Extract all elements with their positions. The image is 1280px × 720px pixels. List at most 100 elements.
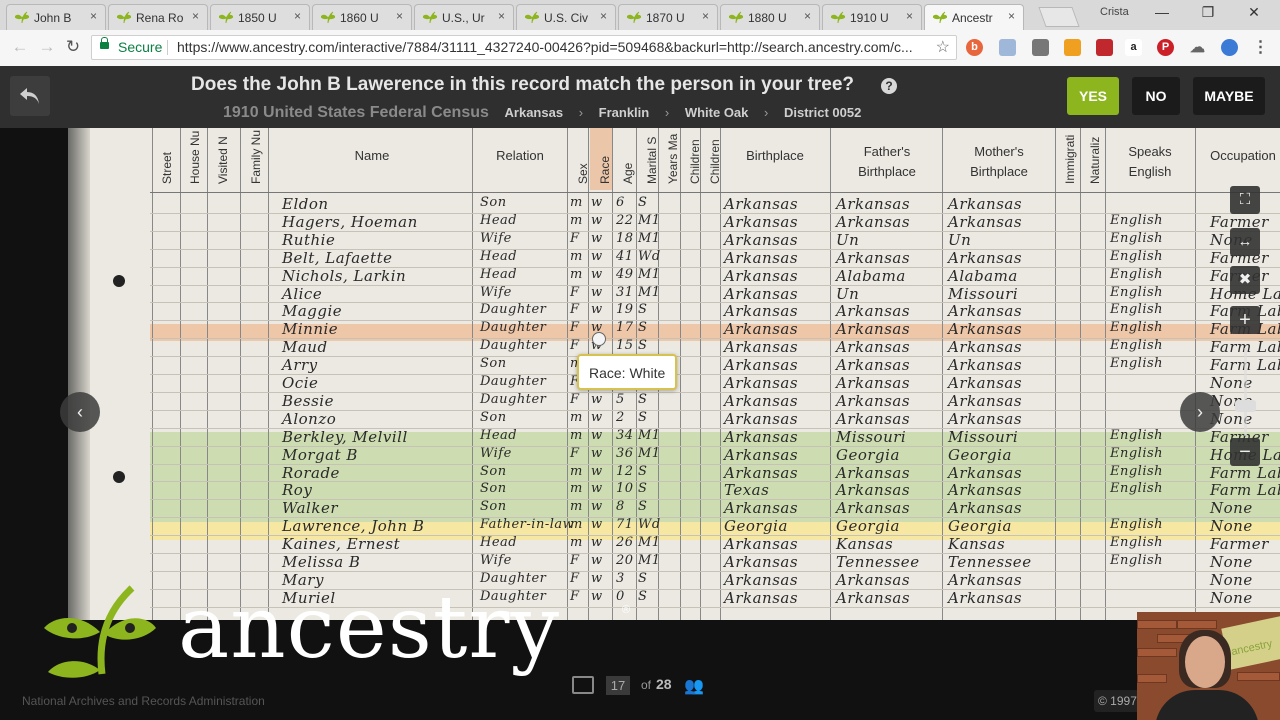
cell-relation[interactable]: Daughter <box>480 392 546 407</box>
cell-sex[interactable]: F <box>570 589 580 604</box>
cell-marital[interactable]: M1 <box>638 267 661 282</box>
cell-sex[interactable]: F <box>570 338 580 353</box>
cell-sex[interactable]: F <box>570 302 580 317</box>
cell-mother[interactable]: Missouri <box>948 428 1018 446</box>
cell-mother[interactable]: Arkansas <box>948 374 1022 392</box>
cell-relation[interactable]: Son <box>480 499 507 514</box>
people-index-icon[interactable]: 👥 <box>684 676 704 696</box>
cell-father[interactable]: Arkansas <box>836 249 910 267</box>
cell-english[interactable]: English <box>1110 231 1163 246</box>
extension-icon-2[interactable] <box>999 39 1016 56</box>
cell-birthplace[interactable]: Arkansas <box>724 446 798 464</box>
cell-birthplace[interactable]: Arkansas <box>724 302 798 320</box>
cell-age[interactable]: 5 <box>616 392 625 407</box>
cell-name[interactable]: Morgat B <box>282 446 358 464</box>
cell-english[interactable]: English <box>1110 249 1163 264</box>
cell-mother[interactable]: Arkansas <box>948 392 1022 410</box>
fullscreen-icon[interactable]: ⛶ <box>1230 186 1260 214</box>
cell-father[interactable]: Arkansas <box>836 589 910 607</box>
cell-birthplace[interactable]: Arkansas <box>724 589 798 607</box>
cell-english[interactable]: English <box>1110 267 1163 282</box>
cell-english[interactable]: English <box>1110 446 1163 461</box>
cell-mother[interactable]: Tennessee <box>948 553 1032 571</box>
cell-age[interactable]: 26 <box>616 535 634 550</box>
browser-tab[interactable]: Rena Ro × <box>108 4 208 30</box>
cell-mother[interactable]: Un <box>948 231 971 249</box>
cell-father[interactable]: Arkansas <box>836 464 910 482</box>
cell-english[interactable]: English <box>1110 213 1163 228</box>
tab-close-icon[interactable]: × <box>600 9 607 23</box>
cell-father[interactable]: Arkansas <box>836 302 910 320</box>
cell-father[interactable]: Arkansas <box>836 374 910 392</box>
cell-birthplace[interactable]: Arkansas <box>724 410 798 428</box>
cell-sex[interactable]: m <box>570 213 583 228</box>
cell-father[interactable]: Georgia <box>836 446 900 464</box>
browser-tab[interactable]: John B × <box>6 4 106 30</box>
cell-relation[interactable]: Wife <box>480 285 512 300</box>
tab-close-icon[interactable]: × <box>804 9 811 23</box>
fit-width-icon[interactable]: ↔ <box>1230 228 1260 256</box>
cell-mother[interactable]: Arkansas <box>948 249 1022 267</box>
cell-english[interactable]: English <box>1110 320 1163 335</box>
tools-icon[interactable]: ✖ <box>1230 266 1260 294</box>
cell-father[interactable]: Georgia <box>836 517 900 535</box>
browser-tab[interactable]: Ancestr × <box>924 4 1024 31</box>
cell-age[interactable]: 12 <box>616 464 634 479</box>
tab-close-icon[interactable]: × <box>702 9 709 23</box>
cell-marital[interactable]: M1 <box>638 446 661 461</box>
cell-sex[interactable]: m <box>570 195 583 210</box>
cell-sex[interactable]: F <box>570 285 580 300</box>
cell-name[interactable]: Hagers, Hoeman <box>282 213 418 231</box>
page-number-input[interactable]: 17 <box>606 676 630 695</box>
cell-father[interactable]: Missouri <box>836 428 906 446</box>
cell-marital[interactable]: Wd <box>638 249 661 264</box>
cell-english[interactable]: English <box>1110 517 1163 532</box>
cell-sex[interactable]: m <box>570 410 583 425</box>
help-icon[interactable]: ? <box>881 78 897 94</box>
cell-age[interactable]: 17 <box>616 320 634 335</box>
collection-title[interactable]: 1910 United States Federal Census <box>223 104 489 121</box>
cell-sex[interactable]: m <box>570 481 583 496</box>
cell-father[interactable]: Kansas <box>836 535 893 553</box>
cell-race[interactable]: w <box>591 392 603 407</box>
cell-marital[interactable]: S <box>638 464 647 479</box>
zoom-slider-track[interactable] <box>1244 348 1247 436</box>
cell-marital[interactable]: S <box>638 410 647 425</box>
cell-birthplace[interactable]: Texas <box>724 481 769 499</box>
browser-tab[interactable]: 1850 U × <box>210 4 310 30</box>
profile-name[interactable]: Crista <box>1100 6 1129 18</box>
cell-sex[interactable]: F <box>570 392 580 407</box>
cell-name[interactable]: Lawrence, John B <box>282 517 424 535</box>
cell-mother[interactable]: Georgia <box>948 517 1012 535</box>
cell-race[interactable]: w <box>591 499 603 514</box>
cell-marital[interactable]: S <box>638 302 647 317</box>
browser-tab[interactable]: 1860 U × <box>312 4 412 30</box>
cell-birthplace[interactable]: Arkansas <box>724 535 798 553</box>
cell-age[interactable]: 19 <box>616 302 634 317</box>
cell-mother[interactable]: Kansas <box>948 535 1005 553</box>
browser-tab[interactable]: 1910 U × <box>822 4 922 30</box>
cell-father[interactable]: Un <box>836 285 859 303</box>
breadcrumb-county[interactable]: Franklin <box>599 105 650 120</box>
cell-birthplace[interactable]: Arkansas <box>724 356 798 374</box>
cell-birthplace[interactable]: Arkansas <box>724 231 798 249</box>
cell-relation[interactable]: Daughter <box>480 302 546 317</box>
cell-name[interactable]: Berkley, Melvill <box>282 428 408 446</box>
cell-sex[interactable]: m <box>570 267 583 282</box>
cell-mother[interactable]: Arkansas <box>948 320 1022 338</box>
cell-relation[interactable]: Head <box>480 428 517 443</box>
cell-race[interactable]: w <box>591 410 603 425</box>
cell-name[interactable]: Maud <box>282 338 328 356</box>
page-gallery-icon[interactable] <box>572 676 594 694</box>
cell-sex[interactable]: m <box>570 428 583 443</box>
cell-mother[interactable]: Georgia <box>948 446 1012 464</box>
cell-marital[interactable]: M1 <box>638 535 661 550</box>
cell-race[interactable]: w <box>591 231 603 246</box>
back-arrow-icon[interactable]: ← <box>9 37 31 57</box>
cell-relation[interactable]: Head <box>480 213 517 228</box>
cell-father[interactable]: Arkansas <box>836 410 910 428</box>
cell-race[interactable]: w <box>591 517 603 532</box>
cell-age[interactable]: 36 <box>616 446 634 461</box>
amazon-icon[interactable]: a <box>1125 39 1142 56</box>
cell-birthplace[interactable]: Arkansas <box>724 499 798 517</box>
